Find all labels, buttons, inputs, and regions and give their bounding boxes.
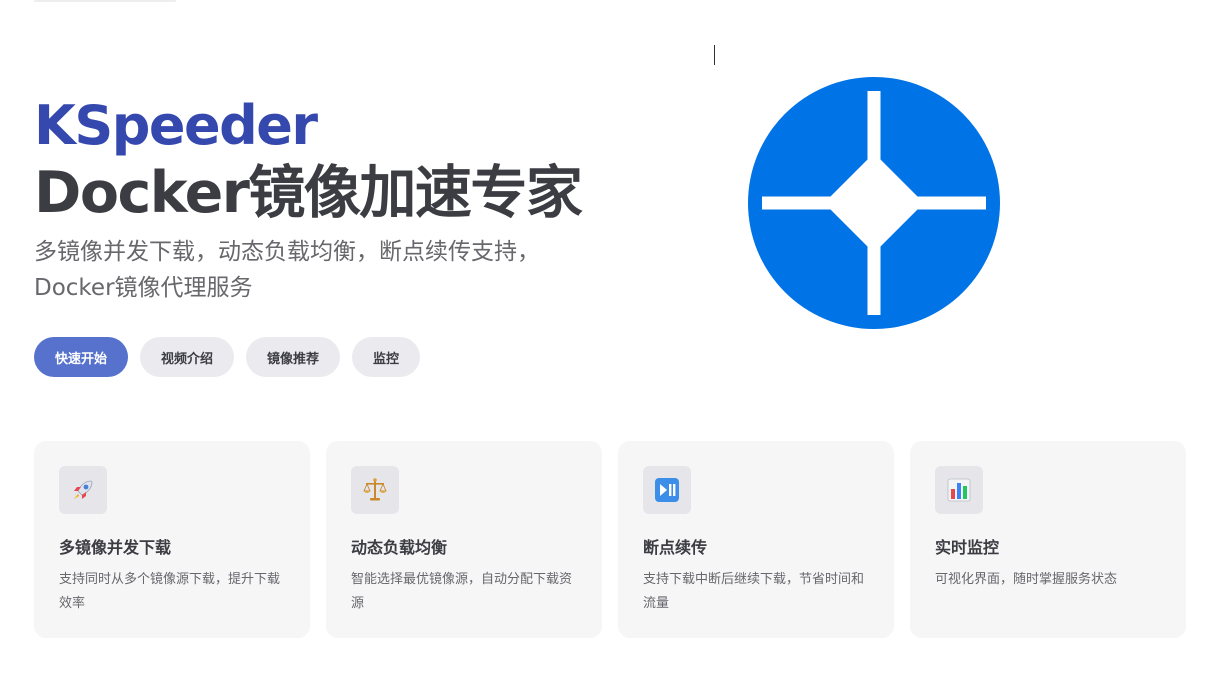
brand-name: KSpeeder bbox=[34, 94, 318, 157]
feature-description: 可视化界面，随时掌握服务状态 bbox=[935, 572, 1118, 587]
feature-description: 智能选择最优镜像源，自动分配下载资源 bbox=[351, 572, 573, 611]
feature-title: 实时监控 bbox=[935, 538, 1000, 557]
feature-title: 多镜像并发下载 bbox=[59, 538, 172, 557]
feature-card-concurrent-download: 多镜像并发下载 支持同时从多个镜像源下载，提升下载效率 bbox=[34, 441, 310, 638]
balance-scale-icon bbox=[351, 466, 399, 514]
feature-description: 支持同时从多个镜像源下载，提升下载效率 bbox=[59, 572, 281, 611]
feature-card-resume-download: 断点续传 支持下载中断后继续下载，节省时间和流量 bbox=[618, 441, 894, 638]
image-recommend-button[interactable]: 镜像推荐 bbox=[246, 337, 341, 377]
feature-title: 动态负载均衡 bbox=[351, 538, 448, 557]
text-cursor bbox=[714, 45, 715, 65]
rocket-icon bbox=[59, 466, 107, 514]
play-pause-icon bbox=[643, 466, 691, 514]
feature-description: 支持下载中断后继续下载，节省时间和流量 bbox=[643, 572, 865, 611]
monitor-button[interactable]: 监控 bbox=[352, 337, 421, 377]
hero-tagline: 多镜像并发下载，动态负载均衡，断点续传支持，Docker镜像代理服务 bbox=[34, 239, 540, 301]
feature-card-realtime-monitor: 实时监控 可视化界面，随时掌握服务状态 bbox=[910, 441, 1186, 638]
video-intro-button[interactable]: 视频介绍 bbox=[140, 337, 235, 377]
bar-chart-icon bbox=[935, 466, 983, 514]
compass-cross-logo-icon bbox=[748, 77, 1000, 329]
feature-title: 断点续传 bbox=[643, 538, 708, 557]
hero-section: KSpeeder Docker镜像加速专家 多镜像并发下载，动态负载均衡，断点续… bbox=[34, 92, 634, 306]
home-page: KSpeeder Docker镜像加速专家 多镜像并发下载，动态负载均衡，断点续… bbox=[0, 0, 1220, 673]
feature-grid: 多镜像并发下载 支持同时从多个镜像源下载，提升下载效率 动态负载均衡 智能选择最… bbox=[34, 441, 1186, 638]
top-divider bbox=[34, 0, 176, 2]
hero-headline: Docker镜像加速专家 bbox=[34, 160, 583, 226]
feature-card-load-balancing: 动态负载均衡 智能选择最优镜像源，自动分配下载资源 bbox=[326, 441, 602, 638]
hero-actions: 快速开始 视频介绍 镜像推荐 监控 bbox=[34, 337, 421, 377]
quick-start-button[interactable]: 快速开始 bbox=[34, 337, 129, 377]
